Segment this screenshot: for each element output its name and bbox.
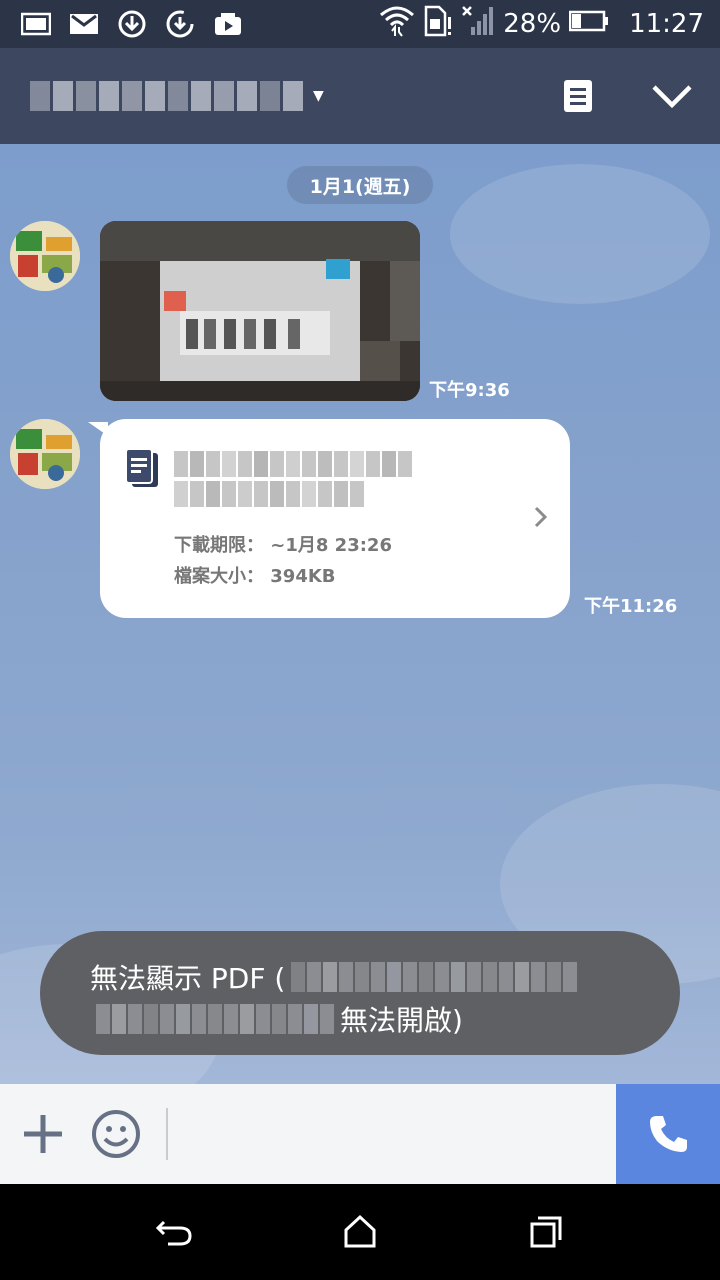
call-button[interactable]: [616, 1084, 720, 1184]
toast-prefix: 無法顯示 PDF (: [90, 962, 286, 995]
gmail-icon: [68, 8, 100, 40]
file-icon: [124, 447, 160, 495]
error-toast: 無法顯示 PDF ( 無法開啟): [40, 931, 680, 1055]
background-cloud: [450, 164, 710, 304]
file-name-pixelated: [174, 451, 424, 511]
file-message[interactable]: 下載期限： ~1月8 23:26 檔案大小： 394KB: [100, 419, 570, 618]
emoji-button[interactable]: [90, 1108, 142, 1160]
notification-icons: [20, 8, 244, 40]
expiry-label: 下載期限：: [174, 535, 264, 556]
sim-icon: [423, 5, 453, 44]
status-bar: 28% 11:27: [0, 0, 720, 48]
recents-icon: [530, 1216, 562, 1248]
toast-filename-pixelated: [291, 962, 578, 992]
size-value: 394KB: [270, 566, 336, 587]
wifi-icon: [379, 5, 415, 44]
collapse-button[interactable]: [650, 74, 694, 118]
message-time: 下午9:36: [429, 380, 510, 401]
chat-area[interactable]: 1月1(週五) 下午9:36 下載期限： ~1月8 23:26 檔案大小： 39…: [0, 144, 720, 1084]
add-button[interactable]: [20, 1111, 66, 1157]
date-separator: 1月1(週五): [287, 166, 433, 204]
chevron-down-icon: [652, 85, 692, 109]
photo-message[interactable]: [100, 221, 420, 401]
gallery-icon: [20, 8, 52, 40]
toast-line-1: 無法顯示 PDF (: [90, 957, 583, 997]
download-icon: [116, 8, 148, 40]
battery-percent: 28%: [503, 9, 562, 39]
toast-suffix: 無法開啟): [340, 1004, 463, 1037]
home-icon: [344, 1214, 376, 1248]
chevron-right-icon[interactable]: [534, 505, 548, 533]
sync-icon: [164, 8, 196, 40]
notes-icon: [564, 80, 592, 112]
caret-down-icon: ▼: [313, 88, 324, 104]
notes-button[interactable]: [556, 74, 600, 118]
avatar[interactable]: [10, 221, 80, 291]
toast-filename-pixelated: [96, 1004, 334, 1034]
back-button[interactable]: [150, 1210, 198, 1254]
recents-button[interactable]: [522, 1210, 570, 1254]
back-icon: [155, 1220, 192, 1246]
system-status: 28% 11:27: [379, 5, 704, 44]
expiry-value: ~1月8 23:26: [270, 535, 392, 556]
avatar[interactable]: [10, 419, 80, 489]
download-expiry: 下載期限： ~1月8 23:26: [174, 531, 392, 557]
video-icon: [212, 8, 244, 40]
clock: 11:27: [629, 9, 704, 39]
chat-title[interactable]: ▼: [30, 76, 324, 116]
phone-icon: [650, 1116, 687, 1152]
size-label: 檔案大小：: [174, 566, 264, 587]
system-nav-bar: [0, 1184, 720, 1280]
message-input-bar: [0, 1084, 720, 1184]
battery-icon: [568, 9, 609, 40]
toast-line-2: 無法開啟): [90, 999, 463, 1039]
file-size: 檔案大小： 394KB: [174, 562, 336, 588]
message-input[interactable]: [166, 1108, 608, 1160]
smiley-icon: [92, 1110, 140, 1158]
chat-header: ▼: [0, 48, 720, 144]
plus-icon: [24, 1115, 62, 1153]
message-time: 下午11:26: [584, 596, 678, 617]
chat-title-pixelated: [30, 81, 303, 111]
signal-icon: [461, 5, 495, 44]
home-button[interactable]: [336, 1210, 384, 1254]
